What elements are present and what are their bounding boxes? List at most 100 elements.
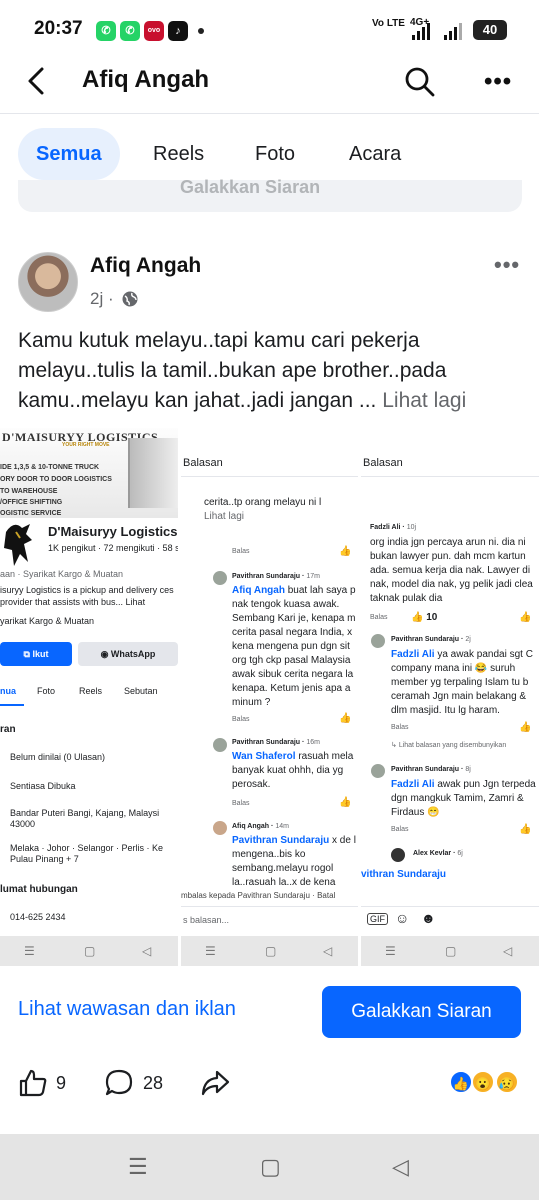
comment-icon[interactable] bbox=[104, 1068, 134, 1098]
post-author[interactable]: Afiq Angah bbox=[90, 254, 201, 278]
tab-foto[interactable]: Foto bbox=[237, 128, 313, 180]
comment-author[interactable]: Alex Kevlar · 6j bbox=[413, 850, 463, 857]
tab-reels-small[interactable]: Reels bbox=[79, 686, 102, 696]
back-icon: ◁ bbox=[323, 944, 333, 958]
home-icon: ▢ bbox=[265, 944, 277, 958]
like-icon[interactable]: 👍 bbox=[519, 722, 531, 733]
sticker-icon[interactable]: ☻ bbox=[421, 910, 436, 926]
reply-link[interactable]: Balas bbox=[232, 548, 250, 555]
like-icon[interactable]: 👍 bbox=[519, 824, 531, 835]
promote-post-button[interactable]: Galakkan Siaran bbox=[322, 986, 521, 1038]
divider bbox=[361, 476, 539, 477]
screenshot-replies-1[interactable]: Balasan cerita..tp orang melayu ni l Lih… bbox=[181, 428, 358, 966]
comment-author[interactable]: Afiq Angah · 14m bbox=[232, 823, 289, 830]
see-more-link[interactable]: Lihat lagi bbox=[204, 511, 244, 522]
screenshot-nav-bar: ☰ ▢ ◁ bbox=[361, 936, 539, 966]
like-icon[interactable]: 👍 bbox=[339, 546, 351, 557]
whatsapp-icon: ✆ bbox=[120, 21, 140, 41]
contact-title: lumat hubungan bbox=[0, 884, 78, 895]
info-hours: Sentiasa Dibuka bbox=[10, 781, 76, 791]
comment-text: org india jgn percaya arun ni. dia ni bu… bbox=[370, 537, 533, 604]
whatsapp-icon: ✆ bbox=[96, 21, 116, 41]
screenshot-business-page[interactable]: D'MAISURYY LOGISTICS YOUR RIGHT MOVE IDE… bbox=[0, 428, 178, 966]
back-icon: ◁ bbox=[142, 944, 152, 958]
hidden-replies-link[interactable]: ↳ Lihat balasan yang disembunyikan bbox=[391, 741, 506, 749]
divider bbox=[181, 476, 358, 477]
info-service-area: Melaka · Johor · Selangor · Perlis · Ke … bbox=[10, 843, 164, 864]
recent-apps-icon[interactable]: ☰ bbox=[128, 1154, 148, 1180]
tab-reels[interactable]: Reels bbox=[135, 128, 222, 180]
reply-mention: vithran Sundaraju bbox=[361, 869, 447, 880]
comment-author[interactable]: Pavithran Sundaraju · 2j bbox=[391, 636, 471, 643]
business-description: isuryy Logistics is a pickup and deliver… bbox=[0, 585, 174, 607]
more-options-icon[interactable]: ••• bbox=[484, 68, 512, 96]
whatsapp-button[interactable]: ◉ WhatsApp bbox=[78, 642, 178, 666]
horse-logo-icon bbox=[4, 524, 32, 566]
comment-text: cerita..tp orang melayu ni l Lihat lagi bbox=[204, 496, 358, 524]
reply-link[interactable]: Balas bbox=[370, 614, 388, 621]
comment-text: Fadzli Ali awak pun Jgn terpeda dgn mang… bbox=[391, 779, 536, 818]
gif-icon[interactable]: GIF bbox=[367, 913, 388, 925]
tab-foto-small[interactable]: Foto bbox=[37, 686, 55, 696]
info-phone: 014-625 2434 bbox=[10, 912, 66, 922]
like-reaction-icon[interactable]: 👍 bbox=[449, 1070, 473, 1094]
screenshot-replies-2[interactable]: Balasan Fadzli Ali · 10j org india jgn p… bbox=[361, 428, 539, 966]
like-count: 9 bbox=[56, 1073, 67, 1093]
replying-to-bar: mbalas kepada Pavithran Sundaraju · Bata… bbox=[181, 891, 336, 900]
home-icon[interactable]: ▢ bbox=[260, 1154, 281, 1180]
menu-icon: ☰ bbox=[24, 944, 35, 958]
emoji-icon[interactable]: ☺ bbox=[395, 910, 409, 926]
back-icon[interactable]: ◁ bbox=[392, 1154, 409, 1180]
follow-button[interactable]: ⧉ Ikut bbox=[0, 642, 72, 666]
comment-author[interactable]: Pavithran Sundaraju · 17m bbox=[232, 573, 320, 580]
reply-link[interactable]: Balas bbox=[391, 826, 409, 833]
comment-count: 28 bbox=[143, 1073, 164, 1093]
like-icon[interactable]: 👍 10 bbox=[411, 612, 437, 623]
comment-author[interactable]: Pavithran Sundaraju · 16m bbox=[232, 739, 320, 746]
avatar bbox=[213, 571, 227, 585]
home-icon: ▢ bbox=[84, 944, 96, 958]
tab-acara[interactable]: Acara bbox=[331, 128, 419, 180]
reply-input-bar[interactable]: s balasan... bbox=[181, 906, 358, 934]
sad-reaction-icon[interactable]: 😥 bbox=[495, 1070, 519, 1094]
avatar bbox=[371, 764, 385, 778]
insights-link[interactable]: Lihat wawasan dan iklan bbox=[18, 998, 236, 1021]
avatar[interactable] bbox=[18, 252, 78, 312]
reply-link[interactable]: Balas bbox=[232, 800, 250, 807]
cover-photo: D'MAISURYY LOGISTICS YOUR RIGHT MOVE IDE… bbox=[0, 428, 178, 518]
business-page-name[interactable]: D'Maisuryy Logistics bbox=[48, 524, 178, 539]
like-icon[interactable] bbox=[18, 1068, 48, 1098]
wow-reaction-icon[interactable]: 😮 bbox=[471, 1070, 495, 1094]
business-category: aan · Syarikat Kargo & Muatan bbox=[0, 569, 124, 579]
like-icon[interactable]: 👍 bbox=[339, 797, 351, 808]
post-time: 2j · bbox=[90, 289, 114, 308]
info-rating: Belum dinilai (0 Ulasan) bbox=[10, 752, 106, 762]
menu-icon: ☰ bbox=[205, 944, 216, 958]
comment-text: Wan Shaferol rasuah mela banyak kuat ohh… bbox=[232, 751, 354, 790]
tab-sebutan-small[interactable]: Sebutan bbox=[124, 686, 158, 696]
tab-semua-small[interactable]: nua bbox=[0, 686, 16, 696]
like-icon[interactable]: 👍 bbox=[339, 713, 351, 724]
comment-author[interactable]: Pavithran Sundaraju · 8j bbox=[391, 766, 471, 773]
search-icon[interactable] bbox=[402, 64, 436, 98]
comment-author[interactable]: Fadzli Ali · 10j bbox=[370, 524, 416, 531]
share-icon[interactable] bbox=[200, 1068, 230, 1098]
comment-text: Afiq Angah buat lah saya p nak tengok ku… bbox=[232, 585, 356, 708]
post-image-collage[interactable]: D'MAISURYY LOGISTICS YOUR RIGHT MOVE IDE… bbox=[0, 428, 539, 966]
active-tab-indicator bbox=[0, 704, 24, 706]
reply-link[interactable]: Balas bbox=[391, 724, 409, 731]
like-icon[interactable]: 👍 bbox=[519, 612, 531, 623]
screenshot-nav-bar: ☰ ▢ ◁ bbox=[0, 936, 178, 966]
back-icon: ◁ bbox=[503, 944, 513, 958]
reply-input-placeholder[interactable]: s balasan... bbox=[183, 915, 229, 925]
tab-semua[interactable]: Semua bbox=[18, 128, 120, 180]
reply-input-bar[interactable]: GIF ☺ ☻ bbox=[361, 906, 539, 934]
back-arrow-icon[interactable] bbox=[22, 66, 52, 96]
avatar bbox=[371, 634, 385, 648]
see-more-link[interactable]: Lihat lagi bbox=[382, 389, 466, 412]
network-label: Vo LTE bbox=[372, 18, 405, 29]
tiktok-icon: ♪ bbox=[168, 21, 188, 41]
replies-title: Balasan bbox=[363, 457, 403, 469]
post-more-options-icon[interactable]: ••• bbox=[494, 252, 520, 278]
reply-link[interactable]: Balas bbox=[232, 716, 250, 723]
